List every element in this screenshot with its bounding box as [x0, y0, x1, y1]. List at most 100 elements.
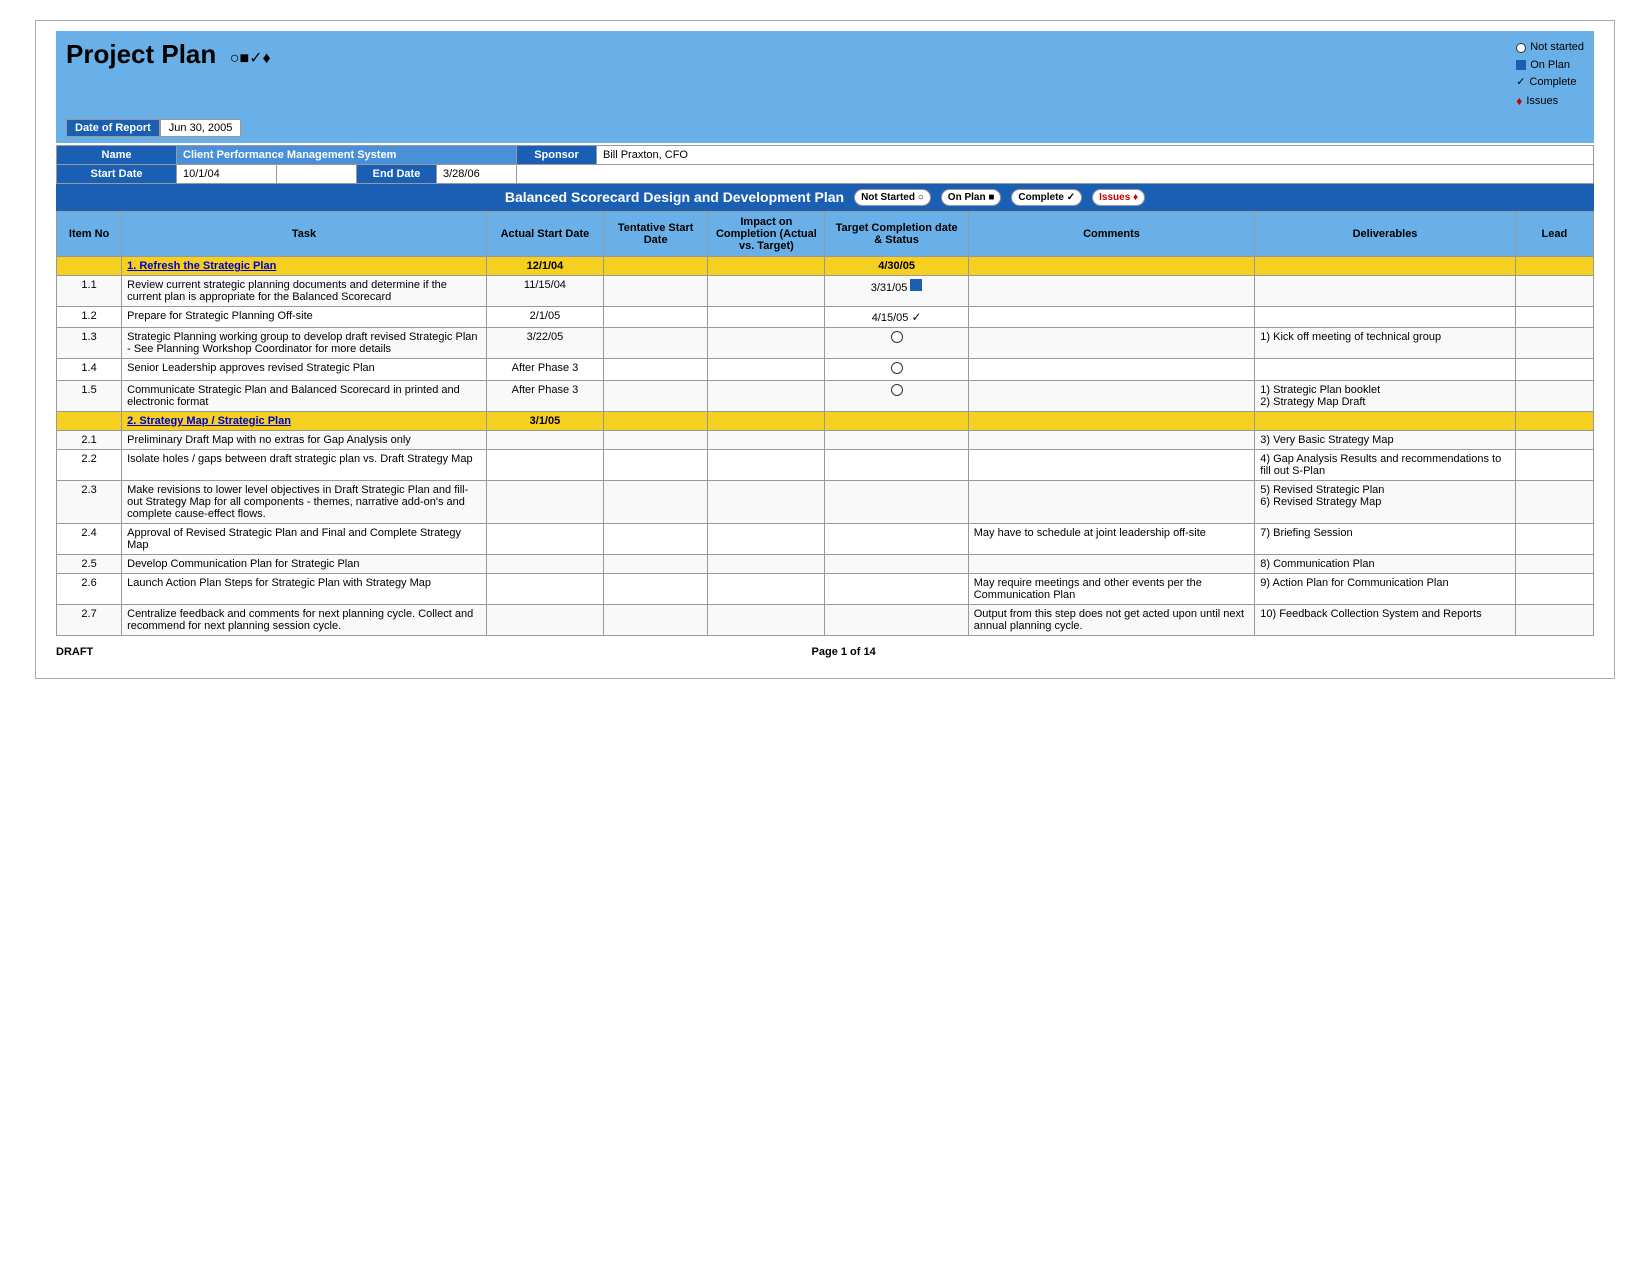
section-lead	[1515, 411, 1593, 430]
row-target: 3/31/05	[825, 275, 968, 306]
row-comments	[968, 275, 1255, 306]
row-task: Senior Leadership approves revised Strat…	[122, 358, 487, 380]
row-item-no: 1.5	[57, 380, 122, 411]
row-impact	[708, 275, 825, 306]
row-item-no: 1.2	[57, 306, 122, 327]
row-tentative	[604, 449, 708, 480]
table-row: 1.3 Strategic Planning working group to …	[57, 327, 1594, 358]
row-actual-start: After Phase 3	[486, 358, 603, 380]
row-actual-start: 11/15/04	[486, 275, 603, 306]
row-comments	[968, 554, 1255, 573]
row-task: Preliminary Draft Map with no extras for…	[122, 430, 487, 449]
row-item-no: 1.3	[57, 327, 122, 358]
table-row: 2.1 Preliminary Draft Map with no extras…	[57, 430, 1594, 449]
status-icon-check: ✓	[911, 310, 921, 324]
footer-draft: DRAFT	[56, 646, 93, 658]
project-dates-row: Start Date 10/1/04 End Date 3/28/06	[57, 164, 1594, 183]
row-deliverables	[1255, 306, 1516, 327]
table-row: 1.4 Senior Leadership approves revised S…	[57, 358, 1594, 380]
project-name-row: Name Client Performance Management Syste…	[57, 145, 1594, 164]
legend-complete: ✓ Complete	[1516, 74, 1584, 92]
title-area: Project Plan ○■✓♦	[66, 39, 271, 70]
section-comments	[968, 256, 1255, 275]
table-row: 1.1 Review current strategic planning do…	[57, 275, 1594, 306]
table-row: 2.6 Launch Action Plan Steps for Strateg…	[57, 573, 1594, 604]
sponsor-label: Sponsor	[517, 145, 597, 164]
status-icon-circle	[891, 331, 903, 343]
row-tentative	[604, 380, 708, 411]
section-task: 1. Refresh the Strategic Plan	[122, 256, 487, 275]
title-icons: ○■✓♦	[225, 50, 270, 67]
row-deliverables: 9) Action Plan for Communication Plan	[1255, 573, 1516, 604]
issues-icon: ♦	[1516, 92, 1522, 111]
section-actual-start: 3/1/05	[486, 411, 603, 430]
on-plan-icon	[1516, 60, 1526, 70]
row-deliverables: 1) Kick off meeting of technical group	[1255, 327, 1516, 358]
section-lead	[1515, 256, 1593, 275]
table-header-row: Item No Task Actual Start Date Tentative…	[57, 211, 1594, 256]
row-actual-start: After Phase 3	[486, 380, 603, 411]
section-target	[825, 411, 968, 430]
row-task: Strategic Planning working group to deve…	[122, 327, 487, 358]
section-task: 2. Strategy Map / Strategic Plan	[122, 411, 487, 430]
end-label: End Date	[357, 164, 437, 183]
row-impact	[708, 573, 825, 604]
name-label: Name	[57, 145, 177, 164]
row-task: Launch Action Plan Steps for Strategic P…	[122, 573, 487, 604]
row-impact	[708, 449, 825, 480]
status-icon-circle	[891, 384, 903, 396]
section-impact	[708, 411, 825, 430]
footer: DRAFT Page 1 of 14	[56, 646, 1594, 658]
table-row: 2.3 Make revisions to lower level object…	[57, 480, 1594, 523]
row-actual-start: 2/1/05	[486, 306, 603, 327]
table-row: 1.2 Prepare for Strategic Planning Off-s…	[57, 306, 1594, 327]
row-actual-start	[486, 430, 603, 449]
row-impact	[708, 554, 825, 573]
row-comments	[968, 327, 1255, 358]
row-item-no: 2.5	[57, 554, 122, 573]
row-impact	[708, 380, 825, 411]
row-tentative	[604, 306, 708, 327]
header-area: Project Plan ○■✓♦ Not started On Plan ✓ …	[56, 31, 1594, 115]
section-item-no	[57, 411, 122, 430]
section-tentative	[604, 411, 708, 430]
row-item-no: 2.3	[57, 480, 122, 523]
row-target	[825, 554, 968, 573]
date-report-label: Date of Report	[66, 119, 160, 137]
complete-icon: ✓	[1516, 74, 1525, 92]
row-lead	[1515, 275, 1593, 306]
section-tentative	[604, 256, 708, 275]
row-task: Communicate Strategic Plan and Balanced …	[122, 380, 487, 411]
table-row: 2.2 Isolate holes / gaps between draft s…	[57, 449, 1594, 480]
row-item-no: 2.6	[57, 573, 122, 604]
row-tentative	[604, 604, 708, 635]
row-task: Centralize feedback and comments for nex…	[122, 604, 487, 635]
row-target	[825, 480, 968, 523]
row-target	[825, 380, 968, 411]
row-deliverables: 8) Communication Plan	[1255, 554, 1516, 573]
row-task: Prepare for Strategic Planning Off-site	[122, 306, 487, 327]
pill-not-started: Not Started ○	[854, 189, 931, 206]
row-comments	[968, 430, 1255, 449]
row-actual-start	[486, 604, 603, 635]
name-value: Client Performance Management System	[177, 145, 517, 164]
pill-on-plan: On Plan ■	[941, 189, 1002, 206]
pill-issues: Issues ♦	[1092, 189, 1145, 206]
legend-on-plan: On Plan	[1516, 57, 1584, 75]
row-lead	[1515, 430, 1593, 449]
row-impact	[708, 523, 825, 554]
row-deliverables: 10) Feedback Collection System and Repor…	[1255, 604, 1516, 635]
row-actual-start	[486, 554, 603, 573]
row-task: Develop Communication Plan for Strategic…	[122, 554, 487, 573]
row-task: Make revisions to lower level objectives…	[122, 480, 487, 523]
status-icon-square	[910, 279, 922, 291]
row-lead	[1515, 523, 1593, 554]
row-comments	[968, 480, 1255, 523]
project-info-table: Name Client Performance Management Syste…	[56, 145, 1594, 184]
row-tentative	[604, 480, 708, 523]
row-deliverables: 1) Strategic Plan booklet2) Strategy Map…	[1255, 380, 1516, 411]
th-target: Target Completion date & Status	[825, 211, 968, 256]
row-lead	[1515, 573, 1593, 604]
row-actual-start	[486, 523, 603, 554]
start-value: 10/1/04	[177, 164, 277, 183]
